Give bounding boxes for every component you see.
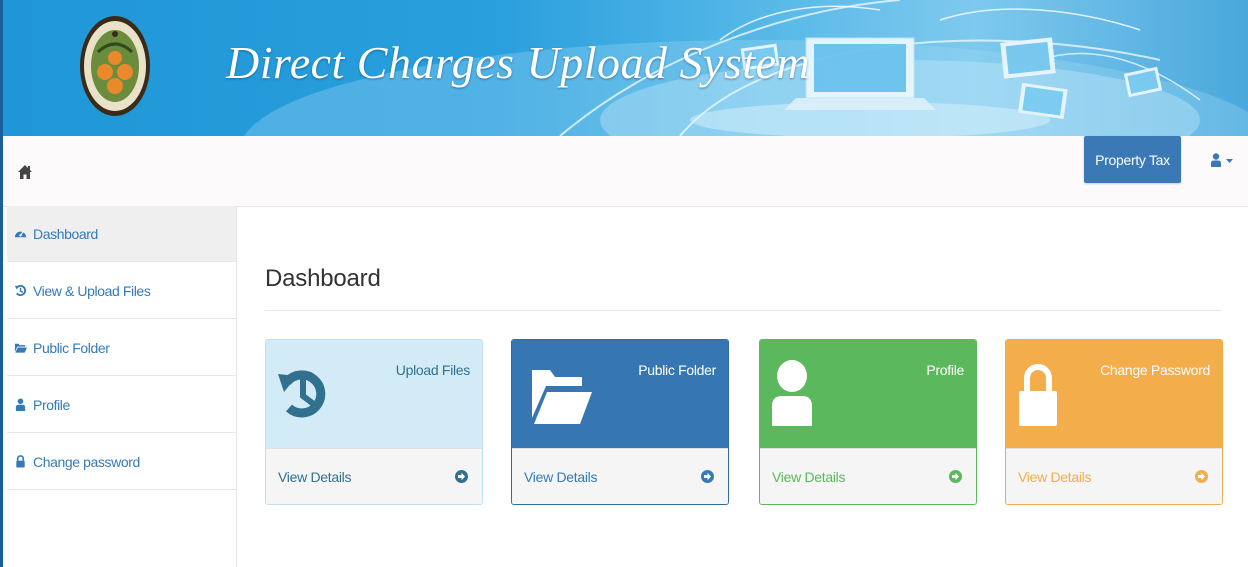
user-icon [1211, 153, 1221, 167]
lock-icon [1019, 364, 1057, 426]
upload-files-card: Upload Files View Details [265, 339, 483, 505]
arrow-circle-right-icon [1195, 470, 1208, 483]
sidebar-item-label: Profile [33, 396, 70, 413]
dashboard-icon [14, 231, 27, 238]
sidebar-item-dashboard[interactable]: Dashboard [7, 206, 236, 262]
profile-card: Profile View Details [759, 339, 977, 505]
arrow-circle-right-icon [455, 470, 468, 483]
sidebar-item-label: View & Upload Files [33, 282, 151, 299]
sidebar-item-profile[interactable]: Profile [7, 377, 236, 433]
view-details-link[interactable]: View Details [760, 448, 976, 504]
view-details-text: View Details [524, 469, 598, 485]
change-password-card: Change Password View Details [1005, 339, 1223, 505]
sidebar-item-change-password[interactable]: Change password [7, 434, 236, 490]
user-menu-dropdown[interactable] [1210, 153, 1240, 167]
view-details-link[interactable]: View Details [1006, 448, 1222, 504]
card-header: Upload Files [266, 340, 482, 448]
sidebar-item-label: Dashboard [33, 225, 98, 242]
view-details-text: View Details [772, 469, 846, 485]
folder-open-icon [14, 343, 27, 353]
user-icon [772, 360, 812, 426]
county-seal-logo [80, 16, 150, 116]
card-label: Upload Files [395, 362, 471, 378]
view-details-text: View Details [1018, 469, 1092, 485]
app-title: Direct Charges Upload System [226, 37, 811, 88]
home-icon[interactable] [17, 164, 33, 180]
title-divider [265, 310, 1222, 311]
card-label: Change Password [1100, 362, 1210, 378]
view-details-link[interactable]: View Details [512, 448, 728, 504]
card-label: Public Folder [638, 362, 716, 378]
card-label: Profile [926, 362, 964, 378]
sidebar: Dashboard View & Upload Files Public Fol… [7, 206, 237, 567]
left-edge-rule [0, 0, 3, 567]
page-title: Dashboard [265, 265, 381, 292]
arrow-circle-right-icon [701, 470, 714, 483]
top-navbar: Property Tax [0, 136, 1248, 207]
folder-open-icon [532, 370, 592, 424]
card-header: Public Folder [512, 340, 728, 448]
sidebar-item-label: Change password [33, 453, 140, 470]
sidebar-item-label: Public Folder [33, 339, 110, 356]
view-details-link[interactable]: View Details [266, 448, 482, 504]
history-icon [14, 284, 26, 297]
arrow-circle-right-icon [949, 470, 962, 483]
card-header: Change Password [1006, 340, 1222, 448]
sidebar-item-view-upload-files[interactable]: View & Upload Files [7, 263, 236, 319]
user-icon [15, 398, 26, 411]
card-header: Profile [760, 340, 976, 448]
history-icon [278, 370, 326, 418]
view-details-text: View Details [278, 469, 352, 485]
public-folder-card: Public Folder View Details [511, 339, 729, 505]
caret-down-icon [1226, 159, 1233, 163]
lock-icon [16, 455, 25, 468]
department-button[interactable]: Property Tax [1084, 136, 1181, 183]
sidebar-item-public-folder[interactable]: Public Folder [7, 320, 236, 376]
header-banner: Direct Charges Upload System [0, 0, 1248, 136]
